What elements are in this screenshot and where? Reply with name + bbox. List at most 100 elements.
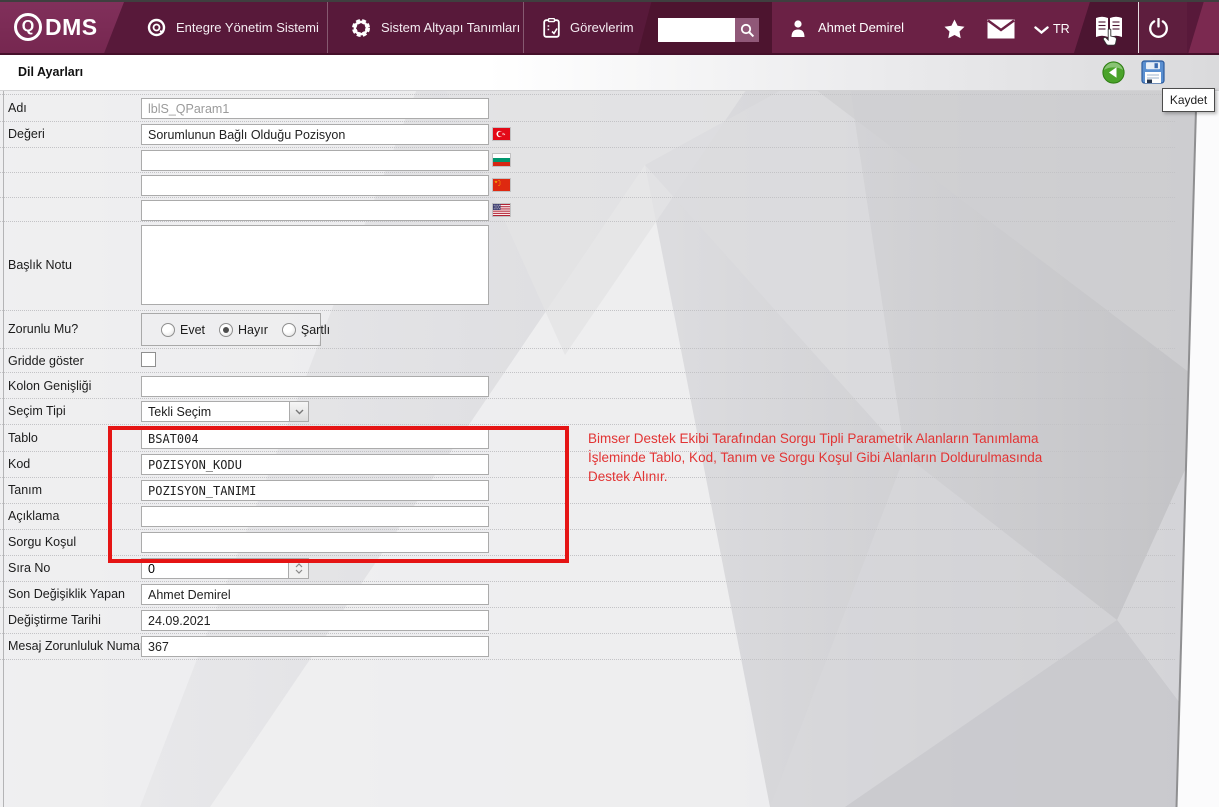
field-label-degeri: Değeri <box>8 127 45 141</box>
baslik-notu-textarea[interactable] <box>141 225 489 305</box>
search-button[interactable] <box>735 18 759 42</box>
flag-turkey-icon <box>493 128 510 140</box>
gear-icon <box>352 18 370 37</box>
row-separator <box>0 94 1175 95</box>
qdms-app: Q DMS Entegre Yönetim Sistemi Sistem Alt… <box>0 0 1219 807</box>
menu-label: Sistem Altyapı Tanımları <box>381 20 521 35</box>
adi-input[interactable] <box>141 98 489 119</box>
row-separator <box>0 147 1175 148</box>
gridde-goster-checkbox[interactable] <box>141 352 156 367</box>
radio-option-evet[interactable]: Evet <box>161 322 206 337</box>
row-separator <box>0 398 1175 399</box>
search-icon <box>740 23 754 37</box>
menu-item-sistem-altyapi-tanimlari[interactable]: Sistem Altyapı Tanımları <box>351 2 520 53</box>
tasks-clipboard-icon <box>543 17 560 38</box>
field-label-kolon-genisligi: Kolon Genişliği <box>8 379 92 393</box>
kolon-genisligi-input[interactable] <box>141 376 489 397</box>
field-label-secim-tipi: Seçim Tipi <box>8 404 66 418</box>
field-label-mesaj-zorunluluk-numarasi: Mesaj Zorunluluk Numarası <box>8 639 161 653</box>
qdms-mini-icon <box>147 18 166 37</box>
secim-tipi-select[interactable]: Tekli Seçim <box>141 401 309 422</box>
chevron-down-icon <box>295 409 303 414</box>
field-label-tablo: Tablo <box>8 431 38 445</box>
selected-option: Tekli Seçim <box>148 405 212 419</box>
radio-icon-selected[interactable] <box>219 322 234 337</box>
menu-item-entegre-yonetim-sistemi[interactable]: Entegre Yönetim Sistemi <box>147 2 319 53</box>
row-separator <box>0 172 1175 173</box>
qdms-logo-text: DMS <box>45 13 98 40</box>
row-separator <box>0 372 1175 373</box>
page-header: Dil Ayarları <box>0 55 1219 91</box>
search-input[interactable] <box>658 18 735 42</box>
flag-bulgaria-icon <box>493 154 510 166</box>
radio-label: Evet <box>180 322 206 337</box>
power-icon[interactable] <box>1148 18 1169 40</box>
menu-divider <box>327 2 328 53</box>
qdms-logo[interactable]: Q DMS <box>14 13 98 41</box>
row-separator <box>0 607 1175 608</box>
spinner-up-icon[interactable] <box>295 563 303 568</box>
field-label-kod: Kod <box>8 457 31 471</box>
annotation-note: Bimser Destek Ekibi Tarafından Sorgu Tip… <box>588 431 1043 484</box>
radio-option-hayir[interactable]: Hayır <box>219 322 268 337</box>
flag-china-icon <box>493 179 510 191</box>
language-selector[interactable]: TR <box>1053 22 1070 36</box>
radio-label: Şartlı <box>300 322 331 337</box>
user-icon <box>791 19 805 37</box>
top-navigation-bar: Q DMS Entegre Yönetim Sistemi Sistem Alt… <box>0 0 1219 55</box>
field-label-sira-no: Sıra No <box>8 561 51 575</box>
degeri-input-english[interactable] <box>141 200 489 221</box>
back-icon[interactable] <box>1102 61 1125 84</box>
menu-label: Görevlerim <box>570 20 634 35</box>
degistirme-tarihi-input[interactable] <box>141 610 489 631</box>
mesaj-zorunluluk-numarasi-input[interactable] <box>141 636 489 657</box>
row-separator <box>0 633 1175 634</box>
row-separator <box>0 581 1175 582</box>
field-label-sorgu-kosul: Sorgu Koşul <box>8 535 77 549</box>
select-dropdown-button[interactable] <box>289 402 308 421</box>
field-label-baslik-notu: Başlık Notu <box>8 258 72 272</box>
son-degisiklik-yapan-input[interactable] <box>141 584 489 605</box>
radio-icon[interactable] <box>161 322 175 337</box>
hand-cursor-icon <box>1102 28 1117 46</box>
corner-segment <box>1188 2 1219 53</box>
menu-label: Entegre Yönetim Sistemi <box>176 20 319 35</box>
row-separator <box>0 424 1175 425</box>
degeri-input-chinese[interactable] <box>141 175 489 196</box>
row-separator <box>0 310 1175 311</box>
field-label-degistirme-tarihi: Değiştirme Tarihi <box>8 613 101 627</box>
row-separator <box>0 221 1175 222</box>
menu-divider <box>1138 2 1139 53</box>
save-tooltip: Kaydet <box>1162 88 1215 112</box>
field-label-gridde-goster: Gridde göster <box>8 354 84 368</box>
save-icon[interactable] <box>1141 60 1165 84</box>
degeri-input-turkish[interactable] <box>141 124 489 145</box>
row-separator <box>0 121 1175 122</box>
star-icon[interactable] <box>944 19 965 39</box>
field-label-adi: Adı <box>8 101 27 115</box>
flag-usa-icon <box>493 204 510 216</box>
red-highlight-rectangle <box>108 426 569 563</box>
field-label-tanim: Tanım <box>8 483 43 497</box>
chevron-down-icon[interactable] <box>1034 26 1049 34</box>
row-separator <box>0 197 1175 198</box>
user-name: Ahmet Demirel <box>818 20 904 35</box>
page-title: Dil Ayarları <box>18 65 84 79</box>
radio-option-sartli[interactable]: Şartlı <box>281 322 331 337</box>
field-label-aciklama: Açıklama <box>8 509 60 523</box>
mail-icon[interactable] <box>987 19 1015 39</box>
spinner-down-icon[interactable] <box>295 569 303 574</box>
row-separator <box>0 659 1175 660</box>
panel-left-border <box>3 55 4 807</box>
menu-item-gorevlerim[interactable]: Görevlerim <box>543 2 634 53</box>
field-label-son-degisiklik-yapan: Son Değişiklik Yapan <box>8 587 125 601</box>
user-menu[interactable]: Ahmet Demirel <box>788 2 904 53</box>
field-label-zorunlu-mu: Zorunlu Mu? <box>8 322 79 336</box>
degeri-input-bulgarian[interactable] <box>141 150 489 171</box>
zorunlu-radio-group: Evet Hayır Şartlı <box>141 313 330 346</box>
qdms-logo-q-icon: Q <box>14 13 42 41</box>
row-separator <box>0 348 1175 349</box>
radio-label: Hayır <box>238 322 268 337</box>
radio-icon[interactable] <box>281 322 296 337</box>
menu-divider <box>523 2 524 53</box>
